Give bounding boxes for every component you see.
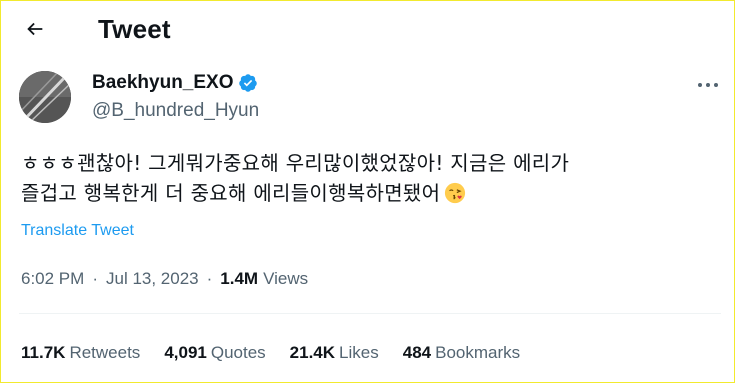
user-name-row: Baekhyun_EXO (92, 70, 258, 96)
bookmarks-label: Bookmarks (435, 343, 521, 362)
quotes-label: Quotes (210, 343, 266, 362)
likes-label: Likes (339, 343, 379, 362)
display-name[interactable]: Baekhyun_EXO (92, 70, 234, 96)
quotes-count: 4,091 (164, 343, 207, 362)
retweets-label: Retweets (69, 343, 141, 362)
divider (19, 313, 721, 314)
avatar-image (19, 71, 71, 123)
tweet-text-line-2: 즐겁고 행복한게 더 중요해 에리들이행복하면됐어 (21, 181, 441, 205)
separator-dot: · (92, 269, 98, 288)
more-options-button[interactable] (691, 71, 725, 99)
retweets-stat[interactable]: 11.7K Retweets (21, 341, 140, 365)
tweet-page: Tweet Baekhyun_EXO @B_hundred_Hyun ㅎㅎㅎ괜찮… (0, 0, 735, 383)
tweet-metadata: 6:02 PM · Jul 13, 2023 · 1.4M Views (21, 267, 308, 291)
back-button[interactable] (19, 13, 51, 45)
avatar[interactable] (19, 71, 71, 123)
views-label: Views (263, 269, 309, 288)
page-title: Tweet (98, 14, 171, 44)
more-dots-icon (698, 83, 718, 87)
tweet-time[interactable]: 6:02 PM (21, 267, 84, 291)
likes-stat[interactable]: 21.4K Likes (290, 341, 379, 365)
kissing-face-with-heart-icon (445, 182, 466, 204)
retweets-count: 11.7K (21, 343, 66, 362)
tweet-date[interactable]: Jul 13, 2023 (106, 267, 199, 291)
quotes-stat[interactable]: 4,091 Quotes (164, 341, 265, 365)
bookmarks-count: 484 (402, 343, 432, 362)
translate-tweet-link[interactable]: Translate Tweet (21, 220, 134, 242)
tweet-text: ㅎㅎㅎ괜찮아! 그게뭐가중요해 우리많이했었잖아! 지금은 에리가 즐겁고 행복… (21, 148, 721, 208)
likes-count: 21.4K (289, 343, 336, 362)
verified-badge-icon (238, 74, 257, 92)
arrow-left-icon (27, 22, 43, 36)
header: Tweet (1, 1, 734, 57)
tweet-text-line-1: ㅎㅎㅎ괜찮아! 그게뭐가중요해 우리많이했었잖아! 지금은 에리가 (21, 151, 570, 175)
separator-dot: · (206, 269, 213, 288)
engagement-stats: 11.7K Retweets 4,091 Quotes 21.4K Likes 484… (21, 341, 544, 365)
views-count: 1.4M (220, 269, 259, 288)
bookmarks-stat[interactable]: 484 Bookmarks (403, 341, 520, 365)
user-handle[interactable]: @B_hundred_Hyun (92, 98, 259, 124)
